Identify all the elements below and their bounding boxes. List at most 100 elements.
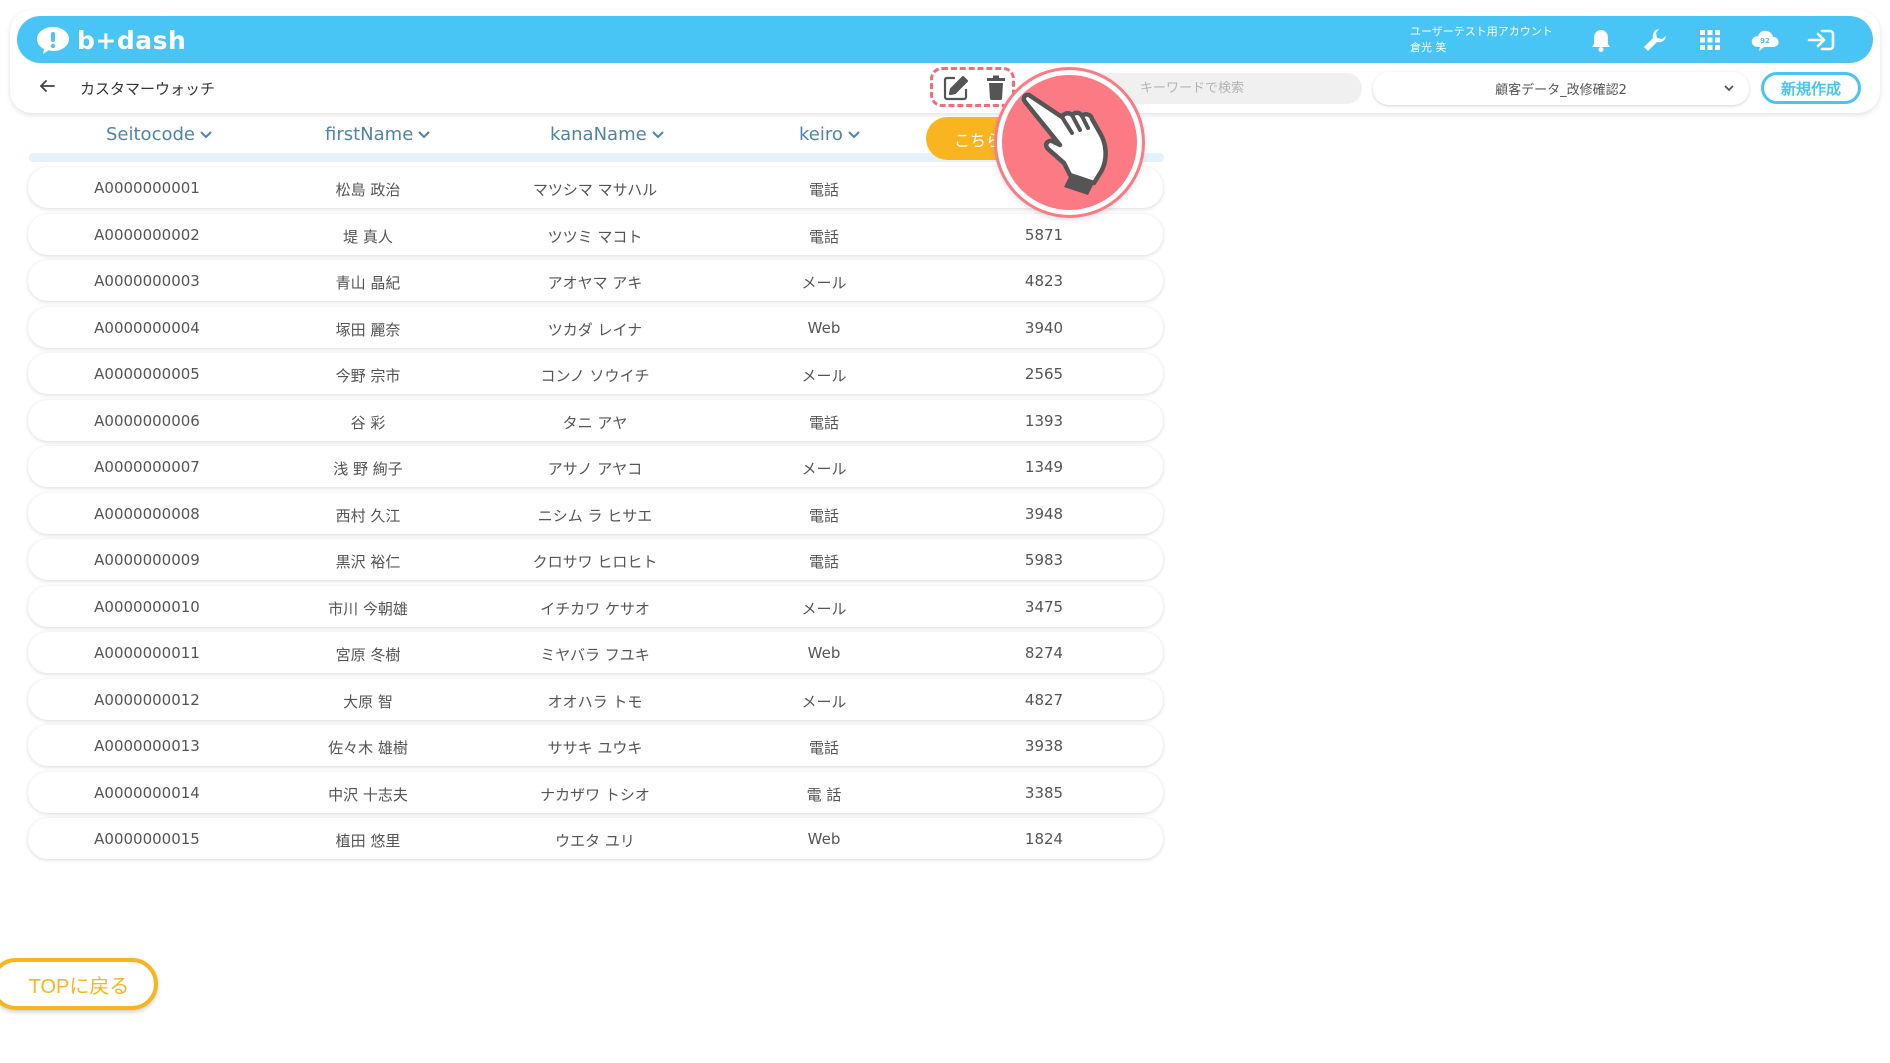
cell-keiro: 電話	[808, 506, 840, 525]
cell-seitocode: A0000000009	[94, 551, 200, 569]
cell-seitocode: A0000000015	[94, 830, 200, 848]
grid-icon[interactable]	[1694, 24, 1726, 56]
cell-firstname: 植田 悠里	[335, 832, 401, 850]
cell-firstname: 松島 政治	[335, 181, 401, 199]
cell-seitocode: A0000000007	[94, 458, 200, 476]
page-title: カスタマーウォッチ	[80, 80, 216, 98]
cell-kananame: ツツミ マコト	[547, 227, 643, 246]
top-back-button[interactable]: TOPに戻る	[0, 958, 158, 1010]
bell-icon[interactable]	[1585, 24, 1617, 56]
cell-seitocode: A0000000004	[94, 318, 200, 337]
table-row[interactable]: A0000000008 西村 久江 ニシム ラ ヒサエ 電話 3948	[28, 492, 1163, 534]
cell-kananame: アオヤマ アキ	[547, 274, 643, 292]
logo-text: b+dash	[77, 25, 187, 55]
cell-firstname: 中沢 十志夫	[328, 785, 408, 804]
column-header-seitocode[interactable]: Seitocode	[106, 124, 213, 145]
chevron-down-icon	[651, 130, 664, 138]
cell-seitocode: A0000000006	[94, 411, 200, 430]
table-row[interactable]: A0000000015 植田 悠里 ウエタ ユリ Web 1824	[28, 818, 1163, 859]
cell-kananame: ササキ ユウキ	[547, 739, 643, 757]
chevron-down-icon	[200, 130, 212, 138]
dataset-select[interactable]: 顧客データ_改修確認2	[1373, 72, 1749, 105]
cell-keiro: 電 話	[806, 785, 842, 804]
pointer-hand-overlay	[997, 70, 1142, 215]
cell-value: 3938	[1024, 737, 1064, 755]
chevron-down-icon	[848, 130, 860, 138]
table-row[interactable]: A0000000003 青山 晶紀 アオヤマ アキ メール 4823	[28, 260, 1163, 301]
cloud-chat-icon[interactable]: 92	[1749, 24, 1781, 56]
cell-kananame: タニ アヤ	[562, 413, 628, 432]
cell-kananame: ナカザワ トシオ	[540, 785, 650, 804]
cell-firstname: 西村 久江	[335, 506, 401, 525]
table-row[interactable]: A0000000012 大原 智 オオハラ トモ メール 4827	[28, 678, 1163, 720]
top-bar: b+dash ユーザーテスト用アカウント 倉光 笑 92	[17, 16, 1873, 63]
dataset-selected-value: 顧客データ_改修確認2	[1495, 83, 1627, 98]
edit-icon[interactable]	[943, 75, 969, 101]
cell-seitocode: A0000000012	[94, 690, 200, 709]
logout-icon[interactable]	[1805, 24, 1837, 56]
account-name: ユーザーテスト用アカウント	[1410, 25, 1553, 38]
cell-kananame: コンノ ソウイチ	[540, 367, 650, 385]
table-row[interactable]: A0000000007 浅 野 絢子 アサノ アヤコ メール 1349	[28, 446, 1163, 487]
logo[interactable]: b+dash	[35, 24, 186, 56]
table-row[interactable]: A0000000009 黒沢 裕仁 クロサワ ヒロヒト 電話 5983	[28, 539, 1163, 580]
back-arrow-icon[interactable]	[38, 77, 56, 95]
cell-kananame: クロサワ ヒロヒト	[532, 553, 658, 571]
cell-value: 3940	[1024, 318, 1064, 337]
table-row[interactable]: A0000000013 佐々木 雄樹 ササキ ユウキ 電話 3938	[28, 725, 1163, 766]
cell-firstname: 浅 野 絢子	[333, 460, 403, 478]
account-info[interactable]: ユーザーテスト用アカウント 倉光 笑	[1410, 24, 1553, 56]
svg-text:92: 92	[1760, 37, 1770, 45]
cell-seitocode: A0000000001	[94, 179, 200, 197]
cell-firstname: 宮原 冬樹	[335, 646, 401, 664]
cell-keiro: Web	[807, 644, 841, 662]
table-row[interactable]: A0000000006 谷 彩 タニ アヤ 電話 1393	[28, 399, 1163, 441]
cell-value: 4827	[1024, 690, 1064, 709]
cell-seitocode: A0000000002	[94, 225, 200, 244]
column-header-firstname[interactable]: firstName	[325, 124, 431, 145]
cell-keiro: メール	[801, 692, 847, 711]
cell-keiro: メール	[801, 367, 847, 385]
cell-value: 5983	[1024, 551, 1064, 569]
cell-seitocode: A0000000013	[94, 737, 200, 755]
cell-seitocode: A0000000005	[94, 365, 200, 383]
cell-keiro: Web	[807, 318, 841, 337]
cell-value: 8274	[1024, 644, 1064, 662]
cell-firstname: 塚田 麗奈	[335, 320, 401, 339]
cell-firstname: 今野 宗市	[335, 367, 401, 385]
new-create-button[interactable]: 新規作成	[1761, 72, 1861, 104]
wrench-icon[interactable]	[1639, 24, 1671, 56]
cell-value: 3475	[1024, 597, 1064, 616]
cell-kananame: ウエタ ユリ	[555, 832, 635, 850]
cell-firstname: 堤 真人	[343, 227, 393, 246]
cell-firstname: 青山 晶紀	[335, 274, 401, 292]
user-name: 倉光 笑	[1410, 41, 1447, 54]
column-header-kananame[interactable]: kanaName	[550, 124, 665, 145]
cell-value: 4823	[1024, 272, 1064, 290]
cell-seitocode: A0000000014	[94, 783, 200, 802]
table-row[interactable]: A0000000001 松島 政治 マツシマ マサハル 電話	[28, 167, 1163, 208]
cell-keiro: メール	[801, 460, 847, 478]
cell-firstname: 大原 智	[343, 692, 393, 711]
table-row[interactable]: A0000000004 塚田 麗奈 ツカダ レイナ Web 3940	[28, 306, 1163, 348]
cell-value: 3948	[1024, 504, 1064, 523]
cell-kananame: マツシマ マサハル	[532, 181, 658, 199]
table-row[interactable]: A0000000002 堤 真人 ツツミ マコト 電話 5871	[28, 213, 1163, 255]
logo-bubble-icon	[37, 27, 69, 54]
cell-value: 3385	[1024, 783, 1064, 802]
chevron-down-icon	[1724, 85, 1734, 92]
cell-firstname: 市川 今朝雄	[328, 599, 408, 618]
cell-keiro: 電話	[808, 181, 840, 199]
cell-keiro: メール	[801, 274, 847, 292]
table-row[interactable]: A0000000005 今野 宗市 コンノ ソウイチ メール 2565	[28, 353, 1163, 394]
cell-keiro: メール	[801, 599, 847, 618]
table-row[interactable]: A0000000011 宮原 冬樹 ミヤバラ フユキ Web 8274	[28, 632, 1163, 673]
cell-value: 1393	[1024, 411, 1064, 430]
column-header-keiro[interactable]: keiro	[799, 124, 861, 145]
cell-firstname: 佐々木 雄樹	[328, 739, 408, 757]
table-row[interactable]: A0000000014 中沢 十志夫 ナカザワ トシオ 電 話 3385	[28, 771, 1163, 813]
chevron-down-icon	[418, 130, 430, 138]
cell-value: 2565	[1024, 365, 1064, 383]
cell-kananame: ミヤバラ フユキ	[540, 646, 650, 664]
table-row[interactable]: A0000000010 市川 今朝雄 イチカワ ケサオ メール 3475	[28, 585, 1163, 627]
